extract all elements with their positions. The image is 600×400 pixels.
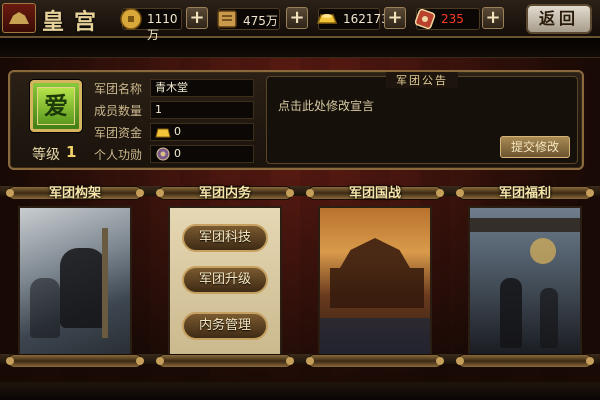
member-count-label: 成员数量 [94, 104, 143, 118]
legion-structure-artwork [18, 206, 132, 356]
legion-funds-value: 0 [150, 123, 254, 141]
resource-value: 235 [441, 12, 464, 26]
legion-name-text: 青木堂 [155, 81, 188, 94]
merit-label: 个人功勋 [94, 148, 143, 162]
add-coins-button[interactable]: + [186, 7, 208, 29]
merit-value: 0 [150, 145, 254, 163]
legion-welfare-artwork [468, 206, 582, 356]
resource-coins: 1110万 [120, 8, 182, 42]
resource-gold: 162173 [316, 8, 389, 30]
panel-title: 军团构架 [48, 186, 101, 201]
affairs-management-button[interactable]: 内务管理 [182, 312, 268, 340]
legion-affairs-parchment: 军团科技 军团升级 内务管理 [168, 206, 282, 356]
scroll-roller-bottom [306, 354, 444, 368]
add-energy-button[interactable]: + [482, 7, 504, 29]
legion-funds-label: 军团资金 [94, 126, 143, 140]
legion-name-label: 军团名称 [94, 82, 143, 96]
legion-emblem: 爱 [30, 80, 82, 132]
panel-title: 军团福利 [498, 186, 551, 201]
emblem-character: 爱 [37, 87, 75, 125]
gold-ingot-icon [155, 128, 171, 138]
page-title: 皇宫 [42, 9, 107, 35]
top-shadow-strip [0, 38, 600, 58]
legion-war-artwork [318, 206, 432, 356]
resource-scrolls: 475万 [217, 8, 280, 30]
panel-title: 军团国战 [348, 186, 401, 201]
legion-welfare-panel[interactable]: 军团福利 [456, 184, 594, 370]
legion-name-value: 青木堂 [150, 79, 254, 97]
notice-title: 军团公告 [386, 72, 458, 88]
legion-tech-button[interactable]: 军团科技 [182, 224, 268, 252]
add-gold-button[interactable]: + [384, 7, 406, 29]
resource-value: 1110万 [147, 12, 178, 42]
legion-affairs-panel: 军团内务 军团科技 军团升级 内务管理 [156, 184, 294, 370]
palace-logo-icon [2, 3, 36, 33]
scroll-roller-bottom [6, 354, 144, 368]
member-count-value: 1 [150, 101, 254, 119]
add-scrolls-button[interactable]: + [286, 7, 308, 29]
resource-energy: 235 [414, 8, 480, 30]
scroll-roller-bottom [456, 354, 594, 368]
level-label: 等级 [32, 147, 60, 163]
resource-value: 475万 [243, 14, 278, 28]
legion-structure-panel[interactable]: 军团构架 [6, 184, 144, 370]
level-value: 1 [66, 143, 77, 161]
legion-upgrade-button[interactable]: 军团升级 [182, 266, 268, 294]
scroll-icon [217, 10, 237, 28]
submit-edit-button[interactable]: 提交修改 [500, 136, 570, 158]
bottom-strip [0, 382, 600, 400]
member-count-text: 1 [155, 103, 162, 116]
energy-token-icon [414, 8, 436, 30]
back-button[interactable]: 返回 [526, 4, 592, 34]
legion-funds-text: 0 [174, 125, 181, 138]
merit-badge-icon [156, 147, 170, 161]
scroll-roller-bottom [156, 354, 294, 368]
legion-war-panel[interactable]: 军团国战 [306, 184, 444, 370]
coin-icon [120, 8, 142, 30]
merit-text: 0 [174, 147, 181, 160]
resource-value: 162173 [343, 12, 389, 26]
gold-ingot-icon [316, 14, 338, 24]
panel-title: 军团内务 [198, 186, 251, 201]
notice-text[interactable]: 点击此处修改宣言 [278, 97, 374, 114]
